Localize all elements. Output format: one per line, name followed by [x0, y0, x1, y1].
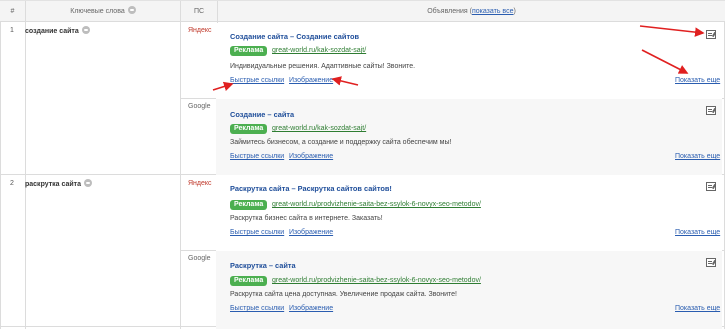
ad-description: Займитесь бизнесом, а создание и поддерж…: [230, 139, 452, 146]
edit-icon[interactable]: [706, 182, 716, 191]
ad-title: Создание сайта – Создание сайтов: [230, 32, 360, 41]
ad-description: Раскрутка сайта цена доступная. Увеличен…: [230, 291, 458, 298]
row-number: 2: [10, 180, 14, 187]
ad-url-link[interactable]: great-world.ru/prodvizhenie-saita-bez-ss…: [272, 201, 481, 208]
search-engine-label: Google: [188, 255, 211, 262]
ad-badge: Реклама: [230, 200, 268, 210]
header-ps: ПС: [193, 8, 205, 15]
header-keywords: Ключевые слова: [26, 1, 180, 23]
info-icon[interactable]: [127, 6, 136, 15]
image-link[interactable]: Изображение: [289, 229, 333, 236]
edit-icon[interactable]: [706, 258, 716, 267]
edit-icon[interactable]: [706, 106, 716, 115]
ad-url-link[interactable]: great-world.ru/prodvizhenie-saita-bez-ss…: [272, 277, 481, 284]
ad-title: Раскрутка сайта – Раскрутка сайтов сайто…: [230, 184, 392, 193]
ad-title: Создание – сайта: [230, 110, 295, 119]
info-icon[interactable]: [84, 179, 92, 187]
show-more-link[interactable]: Показать еще: [675, 77, 720, 84]
keyword-cell: создание сайта: [25, 26, 90, 35]
quick-links-link[interactable]: Быстрые ссылки: [230, 153, 284, 160]
ad-badge: Реклама: [230, 46, 268, 56]
show-all-link[interactable]: показать все: [472, 8, 514, 15]
quick-links-link[interactable]: Быстрые ссылки: [230, 77, 284, 84]
ad-badge: Реклама: [230, 124, 268, 134]
header-ads-label: Объявления: [427, 8, 468, 15]
search-engine-label: Яндекс: [188, 27, 212, 34]
show-more-link[interactable]: Показать еще: [675, 153, 720, 160]
ad-badge: Реклама: [230, 276, 268, 286]
ad-url-link[interactable]: great-world.ru/kak-sozdat-sajt/: [272, 47, 366, 54]
quick-links-link[interactable]: Быстрые ссылки: [230, 229, 284, 236]
search-engine-label: Яндекс: [188, 180, 212, 187]
image-link[interactable]: Изображение: [289, 305, 333, 312]
keyword-label: раскрутка сайта: [25, 180, 81, 188]
header-num: #: [10, 8, 15, 15]
ad-title: Раскрутка – сайта: [230, 261, 296, 270]
edit-icon[interactable]: [706, 30, 716, 39]
ad-url-link[interactable]: great-world.ru/kak-sozdat-sajt/: [272, 125, 366, 132]
keyword-cell: раскрутка сайта: [25, 179, 92, 188]
header-keywords-label: Ключевые слова: [70, 8, 125, 15]
image-link[interactable]: Изображение: [289, 77, 333, 84]
search-engine-label: Google: [188, 103, 211, 110]
info-icon[interactable]: [81, 26, 90, 34]
table-header: # Ключевые слова ПС Объявления (показать…: [0, 0, 725, 23]
row-number: 1: [10, 27, 14, 34]
ad-description: Раскрутка бизнес сайта в интернете. Зака…: [230, 215, 383, 222]
ad-description: Индивидуальные решения. Адаптивные сайты…: [230, 63, 416, 70]
header-ads: Объявления (показать все): [427, 8, 516, 15]
quick-links-link[interactable]: Быстрые ссылки: [230, 305, 284, 312]
keyword-label: создание сайта: [25, 27, 79, 35]
show-more-link[interactable]: Показать еще: [675, 229, 720, 236]
image-link[interactable]: Изображение: [289, 153, 333, 160]
show-more-link[interactable]: Показать еще: [675, 305, 720, 312]
